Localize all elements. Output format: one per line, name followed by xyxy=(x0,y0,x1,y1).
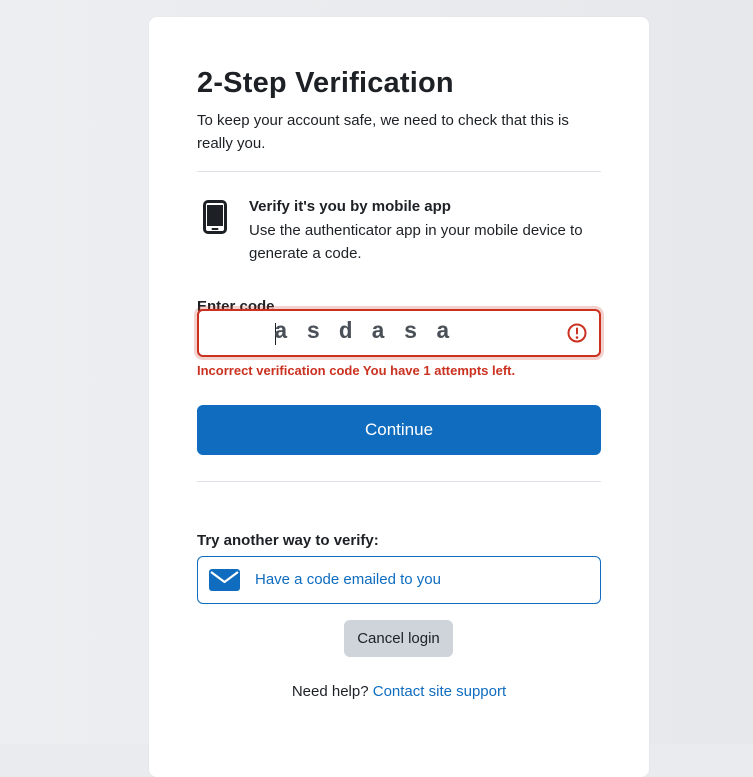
exclamation-circle-icon xyxy=(567,323,587,343)
email-code-option[interactable]: Have a code emailed to you xyxy=(197,556,601,604)
divider-bottom xyxy=(197,481,601,482)
code-value: asdasa xyxy=(274,319,469,345)
method-heading: Verify it's you by mobile app xyxy=(249,198,451,215)
verification-code-input[interactable]: asdasa xyxy=(197,309,601,357)
alternative-label: Try another way to verify: xyxy=(197,532,379,549)
verification-card: 2-Step Verification To keep your account… xyxy=(149,17,649,777)
email-code-option-label: Have a code emailed to you xyxy=(255,571,441,588)
divider-top xyxy=(197,171,601,172)
contact-support-link[interactable]: Contact site support xyxy=(373,683,506,700)
cancel-login-button[interactable]: Cancel login xyxy=(344,620,453,657)
envelope-icon xyxy=(209,569,240,591)
page-subtitle: To keep your account safe, we need to ch… xyxy=(197,112,569,152)
verification-method: Verify it's you by mobile app Use the au… xyxy=(197,197,601,267)
continue-button[interactable]: Continue xyxy=(197,405,601,455)
method-description: Use the authenticator app in your mobile… xyxy=(249,222,583,262)
error-message: Incorrect verification code You have 1 a… xyxy=(197,363,516,378)
help-footer: Need help? Contact site support xyxy=(149,683,649,700)
page-title: 2-Step Verification xyxy=(197,67,454,99)
help-text: Need help? xyxy=(291,683,369,700)
mobile-phone-icon xyxy=(203,200,227,234)
